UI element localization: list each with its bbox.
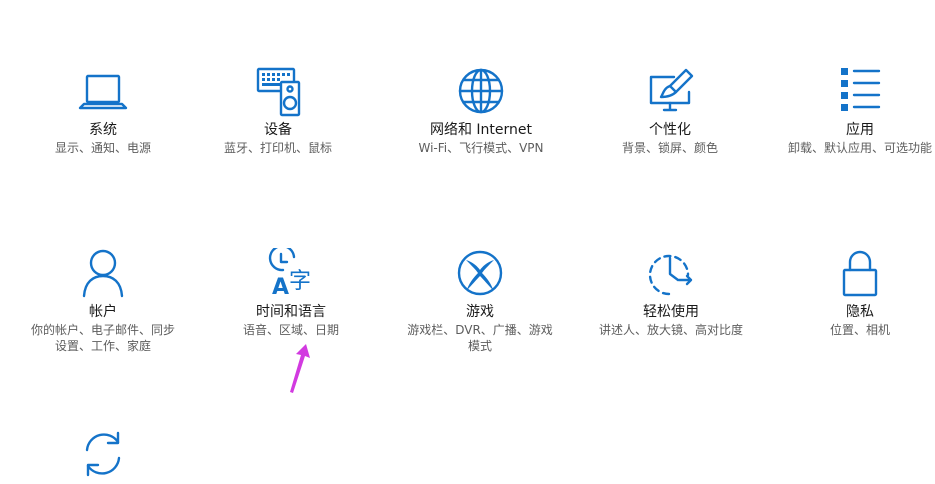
globe-icon [458,68,504,114]
tile-description: 蓝牙、打印机、鼠标 [223,141,332,155]
tile-description: 卸载、默认应用、可选功能 [787,141,932,155]
settings-tile-system[interactable]: 系统 显示、通知、电源 [13,66,193,156]
settings-tile-accounts[interactable]: 帐户 你的帐户、电子邮件、同步 设置、工作、家庭 [13,248,193,354]
tile-description: 你的帐户、电子邮件、同步 设置、工作、家庭 [30,323,175,353]
update-icon [85,431,121,477]
ease-of-access-icon [648,254,693,296]
laptop-icon [78,74,128,110]
settings-tile-update[interactable] [13,428,193,484]
tile-description: 讲述人、放大镜、高对比度 [598,323,743,337]
lock-icon [842,250,878,297]
tile-description: 语音、区域、日期 [242,323,339,337]
tile-title: 设备 [264,122,292,138]
settings-tile-personalization[interactable]: 个性化 背景、锁屏、颜色 [580,66,760,156]
tile-title: 系统 [89,122,117,138]
settings-tile-privacy[interactable]: 隐私 位置、相机 [770,248,935,338]
tile-description: 背景、锁屏、颜色 [621,141,718,155]
paint-monitor-icon [649,68,694,112]
settings-tile-devices[interactable]: 设备 蓝牙、打印机、鼠标 [188,66,368,156]
settings-tile-time-language[interactable]: A 字 时间和语言 语音、区域、日期 [201,248,381,338]
tile-title: 时间和语言 [256,304,326,320]
keyboard-speaker-icon [256,67,301,117]
tile-description: Wi-Fi、飞行模式、VPN [418,141,544,155]
settings-tile-ease-of-access[interactable]: 轻松使用 讲述人、放大镜、高对比度 [581,248,761,338]
tile-title: 应用 [846,122,874,138]
xbox-icon [457,250,503,296]
annotation-arrow-icon [290,344,310,393]
svg-text:A: A [272,275,289,300]
settings-tile-network[interactable]: 网络和 Internet Wi-Fi、飞行模式、VPN [391,66,571,156]
time-language-icon: A 字 [268,248,311,300]
person-icon [82,249,124,298]
app-list-icon [841,68,881,111]
tile-title: 游戏 [466,304,494,320]
tile-title: 隐私 [846,304,874,320]
tile-title: 网络和 Internet [429,122,533,138]
tile-description: 显示、通知、电源 [54,141,151,155]
settings-tile-apps[interactable]: 应用 卸载、默认应用、可选功能 [770,66,935,156]
tile-description: 游戏栏、DVR、广播、游戏 模式 [407,323,553,353]
tile-title: 帐户 [89,304,117,320]
svg-text:字: 字 [289,269,311,294]
tile-description: 位置、相机 [829,323,890,337]
tile-title: 轻松使用 [643,304,699,320]
settings-tile-gaming[interactable]: 游戏 游戏栏、DVR、广播、游戏 模式 [390,248,570,354]
tile-title: 个性化 [649,122,691,138]
